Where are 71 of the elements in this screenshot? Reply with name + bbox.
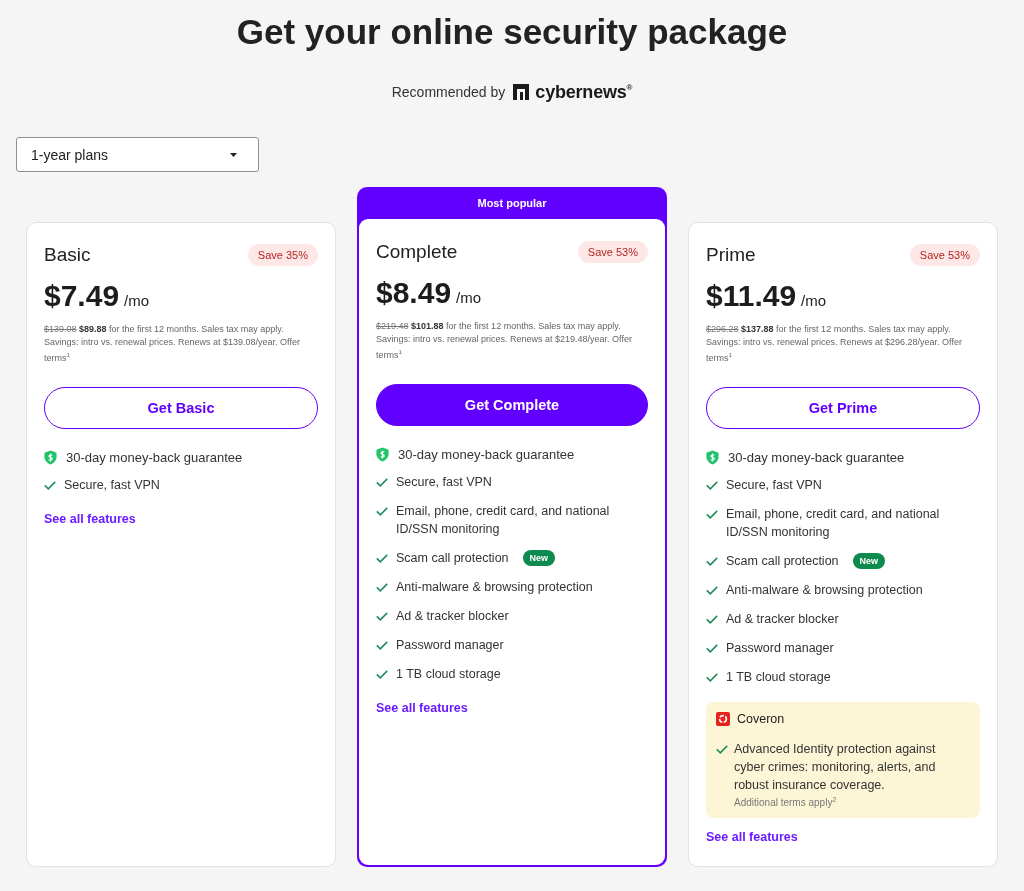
save-badge: Save 53% <box>909 244 980 266</box>
feature-text: Email, phone, credit card, and national ID/SSN monitoring <box>726 506 941 541</box>
feature-text: Secure, fast VPN <box>726 477 822 494</box>
check-icon <box>706 586 718 595</box>
logo-icon <box>513 84 530 100</box>
get-plan-button[interactable]: Get Basic <box>44 387 318 429</box>
check-icon <box>706 510 718 519</box>
price-unit: /mo <box>456 289 482 306</box>
guarantee-text: 30-day money-back guarantee <box>66 450 243 465</box>
price-note: $219.48 $101.88 for the first 12 months. Sales tax may apply. Savings: intro vs. renewal prices. Renews at $219.48/year. Offer terms$^{1}$ <box>376 320 633 362</box>
save-badge: Save 35% <box>247 244 318 266</box>
check-icon <box>376 583 388 592</box>
addon-name: Coveron <box>737 712 785 726</box>
plan-name: Basic <box>44 244 91 266</box>
price-unit: /mo <box>801 292 827 309</box>
check-icon <box>376 478 388 487</box>
plan-price: $7.49 <box>44 278 120 314</box>
check-icon <box>706 481 718 490</box>
addon-terms-note: Additional terms apply$^{2}$ <box>734 796 838 808</box>
see-all-features-link[interactable]: See all features <box>706 830 798 844</box>
check-icon <box>376 554 388 563</box>
ring-logo-icon <box>716 712 730 726</box>
check-icon <box>706 557 718 566</box>
feature-text: Scam call protection <box>726 553 839 570</box>
feature-text: Secure, fast VPN <box>396 474 492 491</box>
plan-price: $11.49 <box>706 278 797 314</box>
feature-text: 1 TB cloud storage <box>726 669 831 686</box>
save-badge: Save 53% <box>577 241 648 263</box>
feature-text: Email, phone, credit card, and national ID/SSN monitoring <box>396 503 611 538</box>
ribbon-label: Most popular <box>476 196 548 211</box>
see-all-features-link[interactable]: See all features <box>376 701 468 715</box>
feature-text: Scam call protection <box>396 550 509 567</box>
recommended-label: Recommended by <box>391 84 506 100</box>
shield-icon <box>706 450 719 465</box>
feature-text: Ad & tracker blocker <box>396 608 509 625</box>
see-all-features-link[interactable]: See all features <box>44 512 136 526</box>
check-icon <box>376 507 388 516</box>
addon-description: Advanced Identity protection against cyber crimes: monitoring, alerts, and robust insurance coverage. <box>734 741 937 794</box>
get-plan-button[interactable]: Get Prime <box>706 387 980 429</box>
price-note: $139.08 $89.88 for the first 12 months. Sales tax may apply. Savings: intro vs. renewal prices. Renews at $139.08/year. Offer terms$^{1}$ <box>44 323 301 365</box>
shield-icon <box>44 450 57 465</box>
guarantee-text: 30-day money-back guarantee <box>398 447 575 462</box>
check-icon <box>706 644 718 653</box>
new-badge: New <box>522 550 556 566</box>
check-icon <box>376 641 388 650</box>
get-plan-button[interactable]: Get Complete <box>376 384 648 426</box>
feature-text: Secure, fast VPN <box>64 477 160 494</box>
price-note: $296.28 $137.88 for the first 12 months. Sales tax may apply. Savings: intro vs. renewal prices. Renews at $296.28/year. Offer terms$^{1}$ <box>706 323 963 365</box>
feature-text: Anti-malware & browsing protection <box>726 582 923 599</box>
new-badge: New <box>852 553 886 569</box>
price-unit: /mo <box>124 292 150 309</box>
feature-text: 1 TB cloud storage <box>396 666 501 683</box>
caret-icon <box>230 152 237 157</box>
check-icon <box>44 481 56 490</box>
shield-icon <box>376 447 389 462</box>
check-icon <box>706 673 718 682</box>
page-title: Get your online security package <box>235 12 789 52</box>
check-icon <box>376 612 388 621</box>
check-icon <box>706 615 718 624</box>
brand-name: cybernews$^{®}$ <box>535 81 633 103</box>
feature-text: Password manager <box>726 640 834 657</box>
feature-text: Anti-malware & browsing protection <box>396 579 593 596</box>
plan-name: Prime <box>706 244 756 266</box>
plan-price: $8.49 <box>376 275 452 311</box>
feature-text: Password manager <box>396 637 504 654</box>
plan-select[interactable]: 1-year plans <box>16 137 259 172</box>
guarantee-text: 30-day money-back guarantee <box>728 450 905 465</box>
check-icon <box>716 745 728 754</box>
feature-text: Ad & tracker blocker <box>726 611 839 628</box>
plan-name: Complete <box>376 241 458 263</box>
check-icon <box>376 670 388 679</box>
